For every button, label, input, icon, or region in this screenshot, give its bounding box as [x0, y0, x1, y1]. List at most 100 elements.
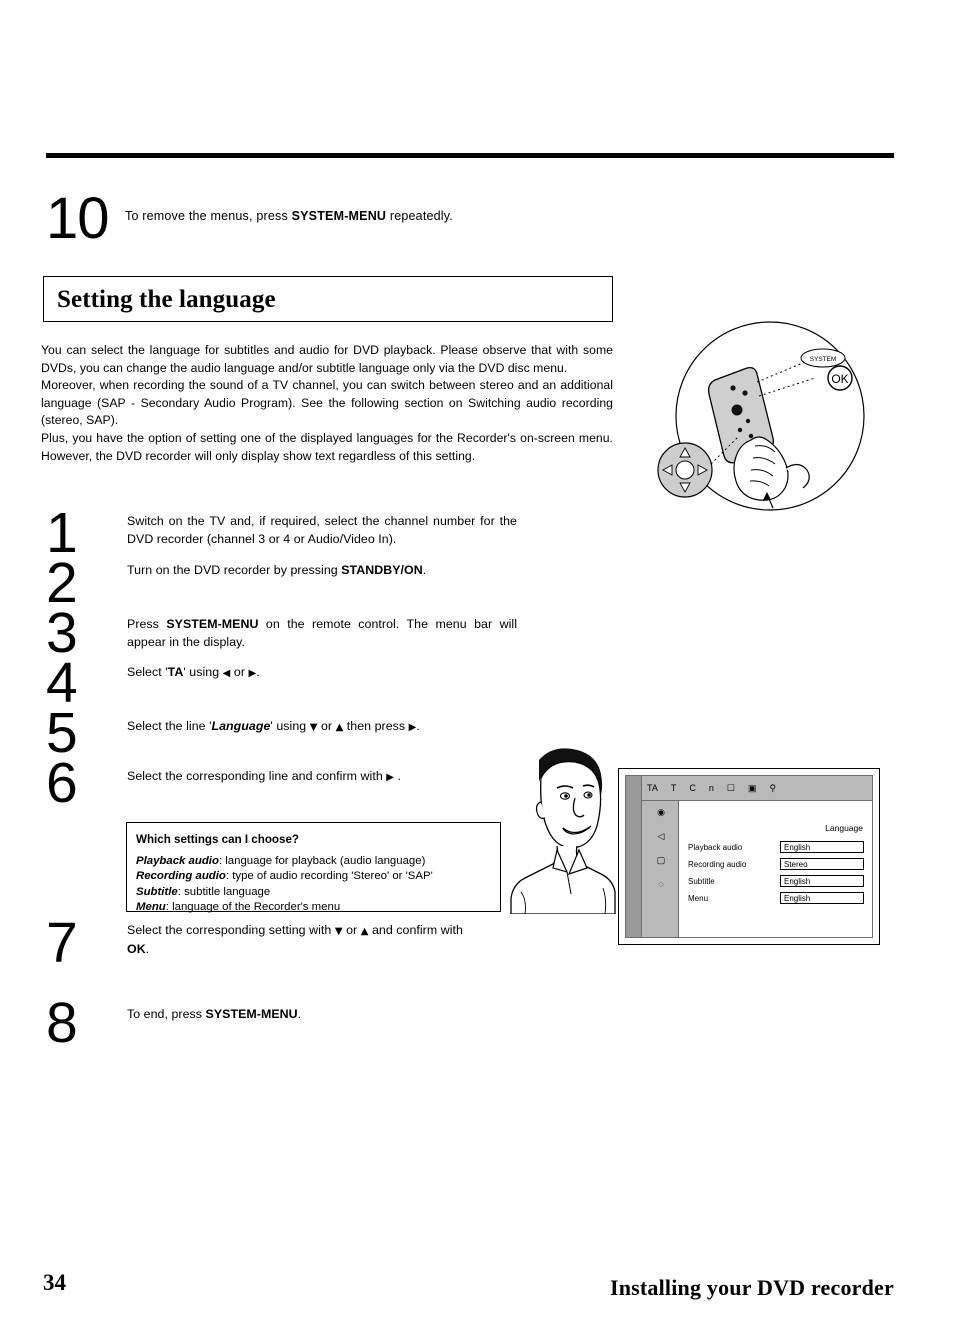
speaker-icon[interactable]: ◁ — [658, 831, 665, 842]
osd-row-playback-audio-value[interactable]: English — [780, 841, 864, 853]
page-number: 34 — [43, 1270, 66, 1295]
footer-section-title: Installing your DVD recorder — [609, 1275, 894, 1300]
step-3-text-pre: Press — [127, 617, 167, 631]
step-2-text: Turn on the DVD recorder by pressing STA… — [127, 562, 517, 580]
step-8-text: To end, press SYSTEM-MENU. — [127, 1006, 527, 1024]
step-2-text-pre: Turn on the DVD recorder by pressing — [127, 563, 342, 577]
tip-line-4: Menu: language of the Recorder's menu — [136, 900, 490, 916]
step-7-text-mid: or — [342, 923, 361, 937]
step-4-text-post: or — [230, 665, 249, 679]
onscreen-menu-rows: Playback audio English Recording audio S… — [688, 841, 864, 909]
step-3-text-bold: SYSTEM-MENU — [166, 617, 259, 631]
arrow-down-icon-2: ▼ — [334, 926, 343, 937]
svg-text:SYSTEM: SYSTEM — [810, 356, 837, 363]
step-4-text-pre: Select ' — [127, 665, 168, 679]
step-7-text-post: and confirm with — [368, 923, 463, 937]
tip-line-1-text: : language for playback (audio language) — [218, 854, 426, 867]
step-6-number: 6 — [46, 751, 78, 815]
tip-box-header: Which settings can I choose? — [136, 833, 299, 846]
tip-character-illustration — [505, 742, 620, 914]
settings-icon[interactable]: n — [709, 783, 714, 793]
step-10-number: 10 — [46, 186, 110, 251]
step-7-text-pre: Select the corresponding setting with — [127, 923, 335, 937]
step-6-text-main: Select the corresponding line and confir… — [127, 769, 383, 783]
step-10-text: To remove the menus, press SYSTEM-MENU r… — [125, 208, 605, 224]
onscreen-menu-title: Language — [825, 823, 863, 833]
osd-row-subtitle-value[interactable]: English — [780, 875, 864, 887]
onscreen-menu-mock: 20:53 TA T C n ☐ ▣ ⚲ ◉ ◁ ▢ ◌ Languag — [618, 768, 880, 945]
tip-line-2-label: Recording audio — [136, 870, 226, 882]
step-7-number: 7 — [46, 911, 78, 975]
step-3-text: Press SYSTEM-MENU on the remote control.… — [127, 616, 517, 651]
step-10-text-pre: To remove the menus, press — [125, 209, 292, 223]
clock-icon[interactable]: ◌ — [658, 879, 663, 889]
step-8-text-pre: To end, press — [127, 1007, 206, 1021]
tip-line-1: Playback audio: language for playback (a… — [136, 854, 490, 870]
osd-row-subtitle[interactable]: Subtitle English — [688, 875, 864, 889]
page: 10 To remove the menus, press SYSTEM-MEN… — [0, 0, 954, 1338]
step-5-text-mid: ' using — [270, 719, 310, 733]
svg-text:OK: OK — [831, 372, 848, 386]
section-title-box: Setting the language — [43, 276, 613, 322]
search-icon[interactable]: ⚲ — [769, 783, 776, 794]
step-10-text-post: repeatedly. — [386, 209, 453, 223]
onscreen-menu-left-column — [625, 775, 642, 938]
step-8-text-bold: SYSTEM-MENU — [205, 1007, 298, 1021]
arrow-right-icon-3: ▶ — [386, 772, 395, 783]
osd-row-menu-value[interactable]: English — [780, 892, 864, 904]
step-8-text-post: . — [297, 1007, 302, 1021]
step-4-text-mid: ' using — [183, 665, 223, 679]
intro-paragraph-2: Moreover, when recording the sound of a … — [41, 378, 613, 428]
osd-row-menu-label: Menu — [688, 894, 709, 903]
step-8-number: 8 — [46, 991, 78, 1055]
step-5-text-end: then press — [343, 719, 409, 733]
step-10-text-bold: SYSTEM-MENU — [291, 209, 387, 223]
onscreen-menu-icons: TA T C n ☐ ▣ ⚲ — [641, 776, 776, 800]
tip-line-2-text: : type of audio recording 'Stereo' or 'S… — [225, 870, 433, 882]
step-5-text: Select the line 'Language' using ▼ or ▲ … — [127, 718, 517, 737]
timer-icon[interactable]: T — [671, 783, 677, 793]
onscreen-menu-inner: 20:53 TA T C n ☐ ▣ ⚲ ◉ ◁ ▢ ◌ Languag — [625, 775, 873, 938]
osd-row-subtitle-label: Subtitle — [688, 877, 715, 886]
osd-row-playback-audio[interactable]: Playback audio English — [688, 841, 864, 855]
intro-text: You can select the language for subtitle… — [41, 342, 613, 465]
osd-row-recording-audio-label: Recording audio — [688, 860, 747, 869]
osd-row-menu[interactable]: Menu English — [688, 892, 864, 906]
onscreen-menu-body: Language Playback audio English Recordin… — [678, 800, 873, 938]
remote-control-illustration: SYSTEM OK — [655, 318, 885, 518]
onscreen-menu-sidebar: ◉ ◁ ▢ ◌ — [641, 800, 679, 938]
tip-line-4-label: Menu — [136, 901, 166, 913]
tip-line-4-text: : language of the Recorder's menu — [165, 901, 341, 913]
step-5-text-pre: Select the line ' — [127, 719, 212, 733]
step-7-text-bold: OK — [127, 941, 146, 956]
language-icon[interactable]: TA — [647, 783, 658, 793]
step-4-text-end: . — [256, 665, 260, 679]
osd-row-recording-audio[interactable]: Recording audio Stereo — [688, 858, 864, 872]
channel-icon[interactable]: C — [689, 783, 696, 793]
step-6-text: Select the corresponding line and confir… — [127, 768, 527, 787]
osd-row-playback-audio-label: Playback audio — [688, 843, 743, 852]
tip-line-3-text: : subtitle language — [177, 885, 271, 898]
osd-row-recording-audio-value[interactable]: Stereo — [780, 858, 864, 870]
play-icon[interactable]: ◉ — [657, 807, 665, 818]
step-6-period: . — [394, 769, 402, 783]
tip-box: Which settings can I choose? Playback au… — [126, 822, 501, 913]
step-7-text: Select the corresponding setting with ▼ … — [127, 922, 527, 958]
page-title: Setting the language — [57, 286, 276, 313]
step-1-text: Switch on the TV and, if required, selec… — [127, 514, 517, 546]
subtitle-icon[interactable]: ▢ — [657, 855, 666, 866]
onscreen-sidebar-icons: ◉ ◁ ▢ ◌ — [642, 807, 680, 889]
language-glyph-icon: TA — [167, 665, 184, 679]
intro-paragraph-1: You can select the language for subtitle… — [41, 343, 613, 375]
tip-line-1-label: Playback audio — [136, 854, 219, 867]
step-5-text-post: or — [317, 719, 336, 733]
camera-icon[interactable]: ▣ — [748, 783, 757, 794]
step-2-text-bold: STANDBY/ON — [341, 563, 423, 577]
top-rule — [46, 153, 894, 158]
step-5-period: . — [416, 719, 420, 733]
tip-line-3-label: Subtitle — [136, 885, 178, 898]
tip-line-2: Recording audio: type of audio recording… — [136, 869, 490, 885]
tip-line-3: Subtitle: subtitle language — [136, 885, 490, 901]
disc-icon[interactable]: ☐ — [727, 783, 735, 794]
step-4-text: Select 'TA' using ◀ or ▶. — [127, 664, 517, 683]
